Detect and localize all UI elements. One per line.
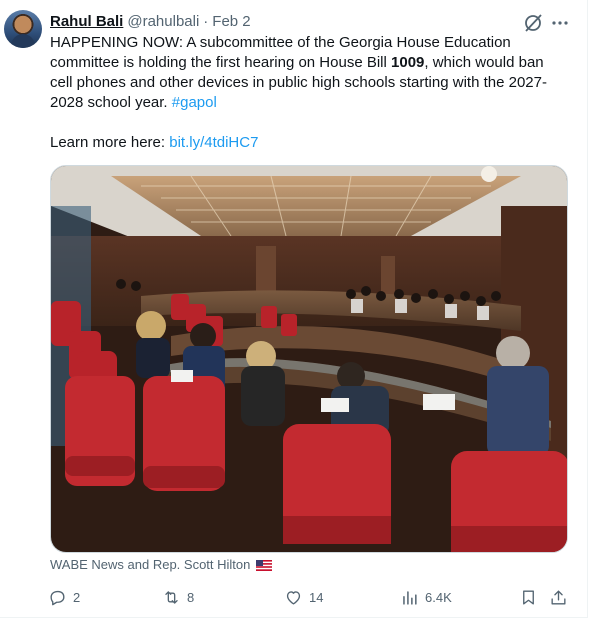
views-button[interactable]: 6.4K — [400, 585, 452, 609]
heart-icon — [286, 590, 301, 605]
author-name[interactable]: Rahul Bali — [50, 13, 123, 30]
like-button[interactable]: 14 — [284, 585, 323, 609]
learn-more-line: Learn more here: bit.ly/4tdiHC7 — [50, 133, 258, 153]
like-count: 14 — [309, 589, 324, 605]
separator-dot: · — [203, 12, 209, 30]
action-bar: 2 8 14 6.4K — [48, 585, 574, 609]
reply-button[interactable]: 2 — [48, 585, 80, 609]
tweet-card[interactable]: Rahul Bali @rahulbali · Feb 2 HAPPENING … — [0, 0, 588, 618]
media-caption: WABE News and Rep. Scott Hilton — [50, 557, 273, 572]
grok-icon[interactable] — [522, 12, 544, 34]
reply-count: 2 — [73, 589, 81, 605]
bookmark-button[interactable] — [519, 585, 538, 609]
bookmark-icon — [523, 589, 534, 605]
tweet-text-line: HAPPENING NOW: A subcommittee of the Geo… — [50, 34, 511, 51]
author-handle[interactable]: @rahulbali — [127, 13, 199, 30]
learn-more-label: Learn more here: — [50, 134, 170, 151]
repost-count: 8 — [187, 589, 195, 605]
short-link[interactable]: bit.ly/4tdiHC7 — [169, 134, 258, 151]
tweet-photo[interactable] — [50, 165, 568, 553]
hashtag-link[interactable]: #gapol — [172, 94, 217, 111]
tweet-date[interactable]: Feb 2 — [212, 13, 250, 30]
views-count: 6.4K — [425, 589, 452, 605]
tweet-header: Rahul Bali @rahulbali · Feb 2 — [50, 11, 251, 31]
share-icon — [551, 589, 566, 605]
repost-icon — [165, 590, 178, 604]
share-button[interactable] — [549, 585, 568, 609]
bill-number: 1009 — [391, 54, 425, 71]
tweet-text-line: cell phones and other devices in public … — [50, 74, 547, 91]
tweet-text-line: committee is holding the first hearing o… — [50, 54, 544, 71]
tweet-text-line: 2028 school year. #gapol — [50, 94, 217, 111]
views-chart-icon — [403, 590, 417, 605]
reply-icon — [50, 590, 65, 605]
media-caption-text: WABE News and Rep. Scott Hilton — [50, 557, 251, 572]
us-flag-icon — [256, 559, 273, 571]
tweet-text: HAPPENING NOW: A subcommittee of the Geo… — [50, 33, 576, 113]
avatar[interactable] — [4, 10, 42, 48]
repost-button[interactable]: 8 — [162, 585, 194, 609]
more-icon[interactable] — [548, 12, 572, 34]
